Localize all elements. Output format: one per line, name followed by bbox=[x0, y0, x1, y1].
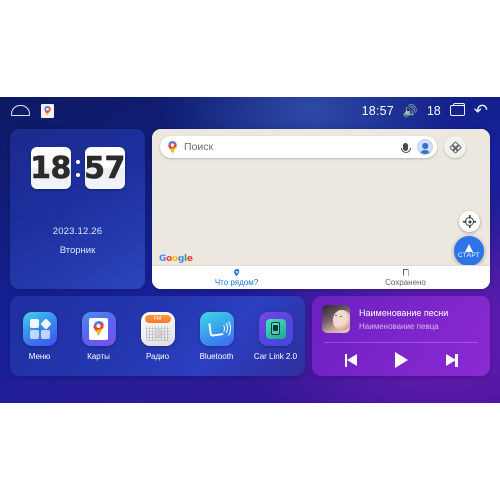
clock-hours: 18 bbox=[30, 147, 72, 189]
app-menu-label: Меню bbox=[28, 351, 51, 361]
tab-whats-nearby[interactable]: Что рядом? bbox=[152, 266, 321, 289]
app-radio[interactable]: FM Радио bbox=[130, 311, 185, 361]
search-placeholder: Поиск bbox=[184, 141, 214, 153]
skip-previous-icon bbox=[344, 353, 358, 367]
status-bar-right: 18:57 🔊 18 ↶ bbox=[362, 102, 488, 119]
volume-level: 18 bbox=[426, 103, 441, 118]
home-icon[interactable] bbox=[11, 105, 30, 116]
my-location-icon bbox=[462, 214, 477, 229]
app-maps-label: Карты bbox=[87, 351, 110, 361]
status-bar-left bbox=[11, 103, 54, 118]
car-head-unit-home-screen: 18:57 🔊 18 ↶ 18 57 2023.12.26 Вторник По… bbox=[0, 97, 500, 403]
clock-date: 2023.12.26 bbox=[52, 226, 103, 237]
clock-weekday: Вторник bbox=[59, 245, 96, 256]
map-layers-icon bbox=[448, 140, 462, 154]
clock-colon bbox=[74, 159, 82, 177]
skip-next-icon bbox=[445, 353, 458, 367]
app-bluetooth[interactable]: Bluetooth bbox=[189, 311, 244, 361]
app-shortcuts-panel: Меню Карты FM Радио Bluetooth Car Link 2… bbox=[10, 296, 305, 376]
tab-saved-label: Сохранено bbox=[385, 277, 426, 287]
status-bar-clock: 18:57 bbox=[361, 103, 394, 118]
microphone-icon[interactable] bbox=[400, 143, 411, 153]
music-transport-controls bbox=[312, 343, 490, 369]
google-maps-notification-icon[interactable] bbox=[41, 103, 54, 118]
next-track-button[interactable] bbox=[440, 351, 462, 369]
clock-minutes: 57 bbox=[84, 147, 126, 189]
google-logo: Google bbox=[159, 254, 193, 264]
previous-track-button[interactable] bbox=[340, 351, 362, 369]
bluetooth-phone-icon bbox=[199, 311, 234, 346]
album-art bbox=[322, 305, 350, 333]
back-icon[interactable]: ↶ bbox=[474, 102, 488, 119]
status-bar: 18:57 🔊 18 ↶ bbox=[0, 97, 500, 124]
navigation-arrow-icon bbox=[465, 244, 473, 252]
app-car-link-label: Car Link 2.0 bbox=[253, 351, 298, 361]
volume-icon[interactable]: 🔊 bbox=[403, 105, 418, 117]
maps-icon bbox=[81, 311, 116, 346]
app-radio-label: Радио bbox=[145, 351, 170, 361]
car-link-icon bbox=[258, 311, 293, 346]
start-button-label: СТАРТ bbox=[457, 252, 481, 259]
google-maps-pin-icon bbox=[168, 141, 177, 153]
clock-widget[interactable]: 18 57 2023.12.26 Вторник bbox=[10, 129, 145, 289]
song-title: Наименование песни bbox=[359, 307, 449, 318]
start-navigation-button[interactable]: СТАРТ bbox=[454, 236, 484, 266]
song-artist: Наименование певца bbox=[359, 321, 439, 331]
search-input[interactable]: Поиск bbox=[160, 136, 437, 158]
pin-icon bbox=[233, 268, 240, 277]
account-avatar-icon[interactable] bbox=[417, 139, 433, 155]
app-car-link[interactable]: Car Link 2.0 bbox=[248, 311, 303, 361]
tab-saved[interactable]: Сохранено bbox=[321, 266, 490, 289]
radio-band-label: FM bbox=[144, 314, 171, 323]
music-now-playing: Наименование песни Наименование певца bbox=[312, 296, 490, 333]
tab-whats-nearby-label: Что рядом? bbox=[214, 277, 259, 287]
map-layers-button[interactable] bbox=[444, 136, 466, 158]
play-button[interactable] bbox=[390, 351, 412, 369]
app-bluetooth-label: Bluetooth bbox=[199, 351, 234, 361]
map-bottom-tabs: Что рядом? Сохранено bbox=[152, 265, 490, 289]
flip-clock: 18 57 bbox=[10, 129, 145, 189]
google-maps-widget[interactable]: Поиск СТАРТ Google Что рядом? Сохранено bbox=[152, 129, 490, 289]
music-player-widget[interactable]: Наименование песни Наименование певца bbox=[312, 296, 490, 376]
recents-icon[interactable] bbox=[449, 102, 466, 116]
app-maps[interactable]: Карты bbox=[71, 311, 126, 361]
radio-icon: FM bbox=[140, 311, 175, 346]
bookmark-icon bbox=[402, 268, 409, 277]
play-icon bbox=[394, 352, 408, 368]
music-text-block: Наименование песни Наименование певца bbox=[359, 308, 448, 331]
app-menu[interactable]: Меню bbox=[12, 311, 67, 361]
menu-grid-icon bbox=[22, 311, 57, 346]
my-location-button[interactable] bbox=[459, 211, 480, 232]
radio-knob bbox=[153, 328, 163, 338]
